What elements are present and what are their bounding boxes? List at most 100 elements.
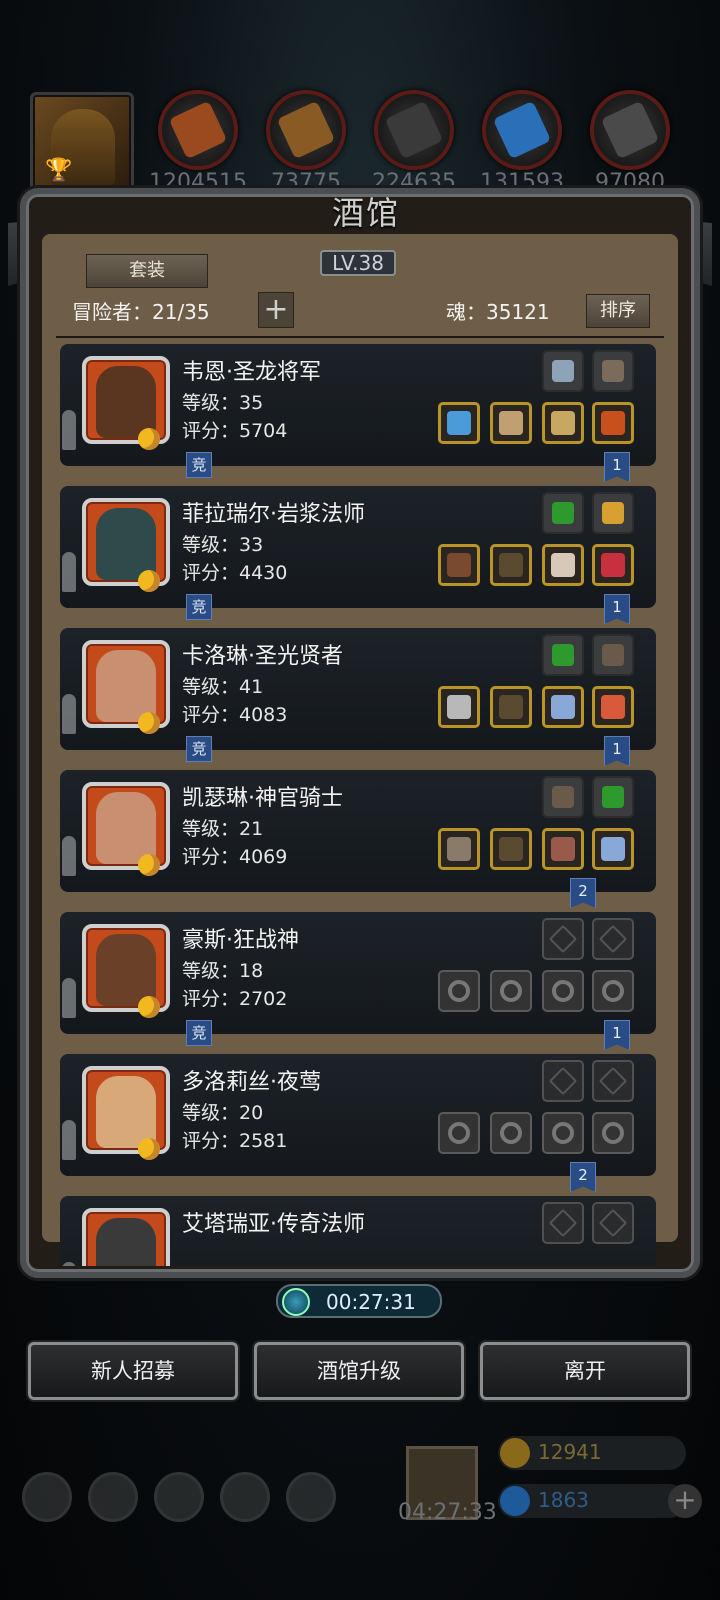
hero-avatar[interactable]: [82, 356, 170, 450]
equipment-slot[interactable]: [438, 828, 480, 870]
equipment-slot[interactable]: [542, 544, 584, 586]
empty-equipment-slot[interactable]: [490, 1112, 532, 1154]
equipment-slot[interactable]: [438, 402, 480, 444]
skill-slot[interactable]: [592, 492, 634, 534]
hero-card[interactable]: 卡洛琳·圣光贤者 等级：41 评分：4083: [60, 628, 656, 750]
empty-equipment-slot[interactable]: [438, 1112, 480, 1154]
equipment-slot[interactable]: [542, 402, 584, 444]
sort-button[interactable]: 排序: [586, 294, 650, 328]
empty-skill-slot[interactable]: [542, 1060, 584, 1102]
wood-icon: [276, 100, 336, 160]
map-icon[interactable]: [286, 1472, 336, 1522]
hero-name: 多洛莉丝·夜莺: [182, 1070, 321, 1095]
hero-card[interactable]: 豪斯·狂战神 等级：18 评分：2702: [60, 912, 656, 1034]
skill-icon: [602, 786, 624, 808]
rank-badge: 1: [604, 594, 630, 624]
hero-card[interactable]: 菲拉瑞尔·岩浆法师 等级：33 评分：4430: [60, 486, 656, 608]
empty-skill-slot[interactable]: [542, 1202, 584, 1244]
competition-badge: 竞: [186, 1020, 212, 1046]
castle-icon[interactable]: [154, 1472, 204, 1522]
empty-skill-slot[interactable]: [592, 918, 634, 960]
hero-score: 评分：2581: [182, 1130, 288, 1152]
resource-slot[interactable]: [374, 90, 454, 170]
empty-equipment-slot[interactable]: [592, 1112, 634, 1154]
rank-badge: 1: [604, 736, 630, 766]
ghost-icon: [62, 978, 76, 1018]
suit-button[interactable]: 套装: [86, 254, 208, 288]
equipment-icon: [601, 695, 625, 719]
skill-slot[interactable]: [542, 492, 584, 534]
hero-list[interactable]: 韦恩·圣龙将军 等级：35 评分：5704 竞 1 菲拉瑞尔·岩浆法师 等级：33 评分：44…: [56, 344, 664, 1266]
hero-card[interactable]: 艾塔瑞亚·传奇法师: [60, 1196, 656, 1266]
ring-icon: [552, 1122, 574, 1144]
empty-skill-slot[interactable]: [542, 918, 584, 960]
hero-avatar[interactable]: [82, 924, 170, 1018]
hero-avatar[interactable]: [82, 1208, 170, 1266]
empty-equipment-slot[interactable]: [592, 970, 634, 1012]
resource-slot[interactable]: [482, 90, 562, 170]
moon-icon: [138, 570, 160, 592]
resource-slot[interactable]: [590, 90, 670, 170]
player-portrait[interactable]: 🏆: [30, 92, 134, 196]
skill-slot[interactable]: [542, 776, 584, 818]
equipment-slot[interactable]: [592, 402, 634, 444]
mail-icon[interactable]: [220, 1472, 270, 1522]
gem-icon: [500, 1486, 530, 1516]
moon-icon: [138, 854, 160, 876]
equipment-slot[interactable]: [592, 828, 634, 870]
hero-level: 等级：35: [182, 392, 264, 414]
empty-equipment-slot[interactable]: [490, 970, 532, 1012]
add-currency-button[interactable]: +: [668, 1484, 702, 1518]
settings-icon[interactable]: [22, 1472, 72, 1522]
ghost-icon: [62, 410, 76, 450]
hero-face: [96, 1218, 156, 1266]
equipment-icon: [499, 411, 523, 435]
empty-equipment-slot[interactable]: [542, 970, 584, 1012]
hero-card[interactable]: 韦恩·圣龙将军 等级：35 评分：5704: [60, 344, 656, 466]
equipment-slot[interactable]: [490, 828, 532, 870]
hero-name: 凯瑟琳·神官骑士: [182, 786, 343, 811]
equipment-icon: [601, 553, 625, 577]
skill-slot[interactable]: [592, 350, 634, 392]
skill-slot[interactable]: [592, 776, 634, 818]
skill-slot[interactable]: [592, 634, 634, 676]
upgrade-tavern-button[interactable]: 酒馆升级: [254, 1342, 464, 1400]
equipment-slot[interactable]: [490, 686, 532, 728]
hero-avatar[interactable]: [82, 782, 170, 876]
empty-skill-slot[interactable]: [592, 1060, 634, 1102]
hero-card[interactable]: 多洛莉丝·夜莺 等级：20 评分：2581: [60, 1054, 656, 1176]
resource-slot[interactable]: [158, 90, 238, 170]
leave-button[interactable]: 离开: [480, 1342, 690, 1400]
equipment-slot[interactable]: [490, 544, 532, 586]
moon-icon: [138, 712, 160, 734]
equipment-slot[interactable]: [438, 544, 480, 586]
add-adventurer-button[interactable]: +: [258, 292, 294, 328]
equipment-slot[interactable]: [592, 686, 634, 728]
equipment-slot[interactable]: [490, 402, 532, 444]
hero-avatar[interactable]: [82, 640, 170, 734]
empty-equipment-slot[interactable]: [542, 1112, 584, 1154]
resource-slot[interactable]: [266, 90, 346, 170]
equipment-slot[interactable]: [592, 544, 634, 586]
empty-skill-slot[interactable]: [592, 1202, 634, 1244]
hero-avatar[interactable]: [82, 498, 170, 592]
ring-icon: [448, 1122, 470, 1144]
trophy-icon: 🏆: [45, 158, 73, 183]
skill-slot[interactable]: [542, 634, 584, 676]
equipment-icon: [551, 695, 575, 719]
hero-card[interactable]: 凯瑟琳·神官骑士 等级：21 评分：4069: [60, 770, 656, 892]
recruit-button[interactable]: 新人招募: [28, 1342, 238, 1400]
equipment-slot[interactable]: [542, 828, 584, 870]
equipment-icon: [601, 837, 625, 861]
empty-equipment-slot[interactable]: [438, 970, 480, 1012]
equipment-icon: [447, 695, 471, 719]
hero-avatar[interactable]: [82, 1066, 170, 1160]
skill-slot[interactable]: [542, 350, 584, 392]
ring-icon: [448, 980, 470, 1002]
equipment-slot[interactable]: [438, 686, 480, 728]
hourglass-icon: [548, 924, 578, 954]
hero-icon[interactable]: [88, 1472, 138, 1522]
equipment-slot[interactable]: [542, 686, 584, 728]
skill-icon: [602, 360, 624, 382]
gem-value: 1863: [538, 1488, 589, 1512]
